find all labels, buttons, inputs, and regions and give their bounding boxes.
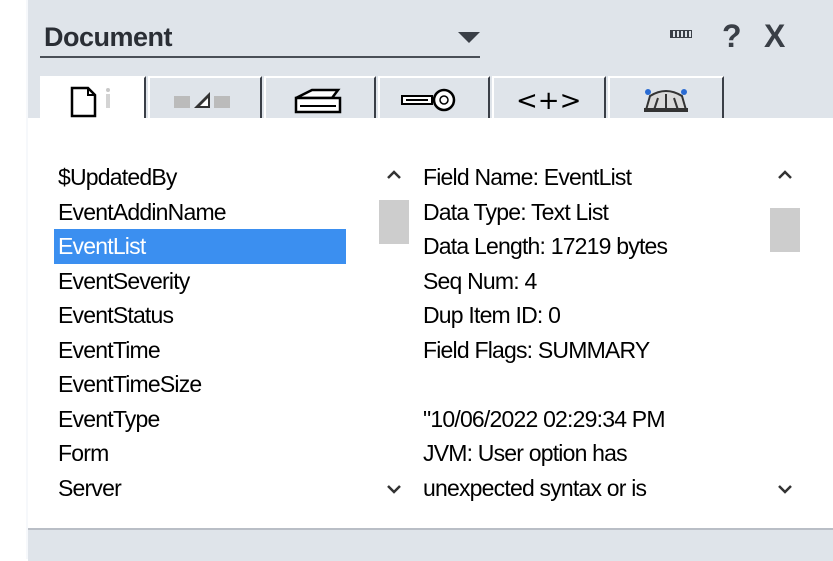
chevron-down-icon — [387, 485, 401, 494]
list-item[interactable]: EventStatus — [54, 298, 346, 333]
field-list-scrollbar[interactable] — [374, 160, 414, 504]
info-line: Data Type: Text List — [423, 198, 609, 225]
document-properties-panel: Document ? X <+> $UpdatedBy EventAddinNa… — [26, 0, 833, 561]
list-item[interactable]: EventType — [54, 402, 346, 437]
info-line: "10/06/2022 02:29:34 PM — [423, 405, 665, 432]
list-item[interactable]: EventTimeSize — [54, 367, 346, 402]
field-info-lines: Field Name: EventList Data Type: Text Li… — [423, 160, 768, 504]
help-button[interactable]: ? — [722, 16, 742, 56]
chevron-down-icon — [778, 485, 792, 494]
field-info-scrollbar[interactable] — [765, 160, 805, 504]
info-line: unexpected syntax or is — [423, 474, 647, 501]
beanie-hat-icon — [644, 89, 688, 112]
list-item[interactable]: Form — [54, 436, 346, 471]
triangle-ruler-icon — [174, 92, 230, 108]
document-info-icon — [70, 86, 110, 118]
angle-brackets-icon: <+> — [516, 86, 581, 116]
info-line: Seq Num: 4 — [423, 267, 537, 294]
printer-icon — [294, 88, 342, 114]
tab-field-properties[interactable] — [148, 76, 262, 118]
list-item[interactable]: EventAddinName — [54, 195, 346, 230]
panel-footer — [28, 528, 833, 561]
info-line: Data Length: 17219 bytes — [423, 233, 668, 259]
field-list-items: $UpdatedBy EventAddinName EventList Even… — [54, 160, 346, 504]
chevron-down-icon[interactable] — [458, 32, 480, 43]
scroll-thumb[interactable] — [770, 208, 800, 252]
chevron-up-icon — [387, 170, 401, 179]
panel-title: Document — [44, 22, 173, 52]
scroll-up-button[interactable] — [374, 160, 414, 190]
field-list[interactable]: $UpdatedBy EventAddinName EventList Even… — [52, 160, 416, 504]
tab-html[interactable]: <+> — [492, 76, 606, 118]
tab-basics[interactable] — [40, 76, 146, 122]
tab-printing[interactable] — [264, 76, 376, 118]
svg-text:<+>: <+> — [516, 86, 581, 116]
key-icon — [401, 88, 456, 112]
list-item-selected[interactable]: EventList — [54, 229, 346, 264]
list-item[interactable]: $UpdatedBy — [54, 160, 346, 195]
scroll-thumb[interactable] — [379, 200, 409, 244]
info-line: JVM: User option has — [423, 440, 628, 466]
scroll-down-button[interactable] — [765, 474, 805, 504]
field-info-pane[interactable]: Field Name: EventList Data Type: Text Li… — [423, 160, 805, 504]
info-line: Field Name: EventList — [423, 164, 632, 190]
info-line — [423, 367, 768, 402]
tab-advanced[interactable] — [608, 76, 724, 118]
info-line: Field Flags: SUMMARY — [423, 336, 650, 363]
tab-content-area: $UpdatedBy EventAddinName EventList Even… — [28, 118, 833, 530]
panel-title-selector[interactable]: Document — [40, 18, 480, 58]
dock-bar-icon[interactable] — [670, 30, 692, 38]
close-button[interactable]: X — [764, 16, 785, 56]
tab-security[interactable] — [378, 76, 490, 118]
scroll-down-button[interactable] — [374, 474, 414, 504]
chevron-up-icon — [778, 170, 792, 179]
list-item[interactable]: EventTime — [54, 333, 346, 368]
list-item[interactable]: EventSeverity — [54, 264, 346, 299]
scroll-up-button[interactable] — [765, 160, 805, 190]
list-item[interactable]: Server — [54, 471, 346, 505]
info-line: Dup Item ID: 0 — [423, 302, 561, 328]
